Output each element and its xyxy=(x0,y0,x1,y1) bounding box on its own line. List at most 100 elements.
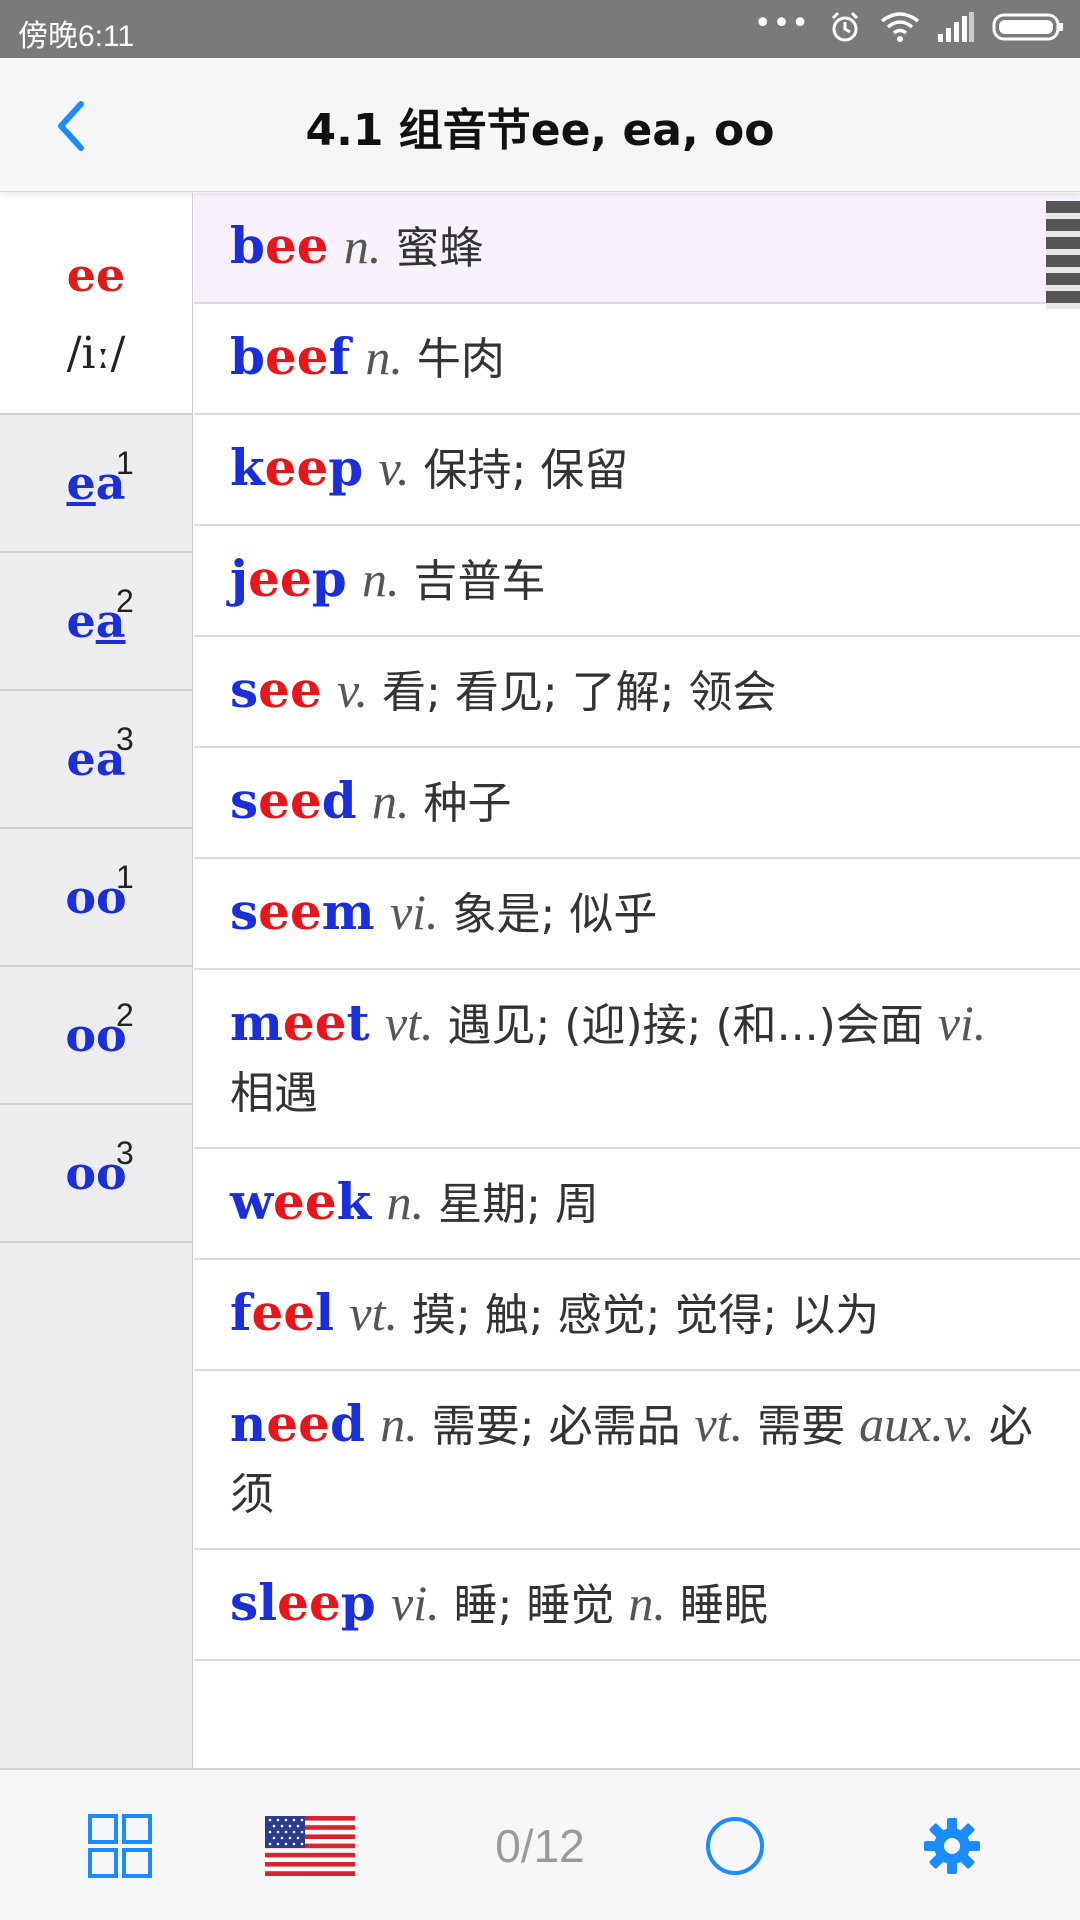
battery-icon xyxy=(992,11,1064,47)
headword-highlight: ee xyxy=(258,882,322,941)
definition: 睡; 睡觉 xyxy=(439,1580,629,1631)
headword-highlight: ee xyxy=(248,549,312,608)
grid-icon xyxy=(88,1814,152,1878)
definition: 吉普车 xyxy=(399,556,546,607)
headword-highlight: ee xyxy=(264,327,329,386)
headword: need xyxy=(230,1394,365,1453)
headword-letters: p xyxy=(311,549,347,608)
definition: 摸; 触; 感觉; 觉得; 以为 xyxy=(398,1290,880,1341)
part-of-speech: n. xyxy=(365,329,403,385)
word-row[interactable]: feel vt. 摸; 触; 感觉; 觉得; 以为 xyxy=(194,1260,1080,1371)
word-row[interactable]: meet vt. 遇见; (迎)接; (和...)会面 vi. 相遇 xyxy=(194,970,1080,1149)
word-row[interactable]: bee n. 蜜蜂 xyxy=(194,193,1080,304)
part-of-speech: v. xyxy=(337,662,369,718)
headword-highlight: ee xyxy=(258,660,322,719)
headword: beef xyxy=(230,327,350,386)
grid-view-button[interactable] xyxy=(86,1810,154,1882)
sidebar-tab-ee[interactable]: ee /iː/ xyxy=(0,193,192,415)
status-icons: ••• xyxy=(753,6,1064,48)
definition: 睡眠 xyxy=(665,1580,768,1631)
back-button[interactable] xyxy=(40,96,100,156)
sidebar-tab-ea-3[interactable]: ea 3 xyxy=(0,691,192,829)
headword-letters: n xyxy=(230,1394,267,1453)
word-row[interactable]: need n. 需要; 必需品 vt. 需要 aux.v. 必须 xyxy=(194,1371,1080,1550)
headword-highlight: ee xyxy=(277,1573,341,1632)
part-of-speech: n. xyxy=(628,1575,666,1631)
headword: see xyxy=(230,660,322,719)
notification-dots-icon: ••• xyxy=(753,6,810,41)
headword-highlight: ee xyxy=(264,216,329,275)
headword-letters: k xyxy=(336,1172,372,1231)
part-of-speech: vt. xyxy=(384,995,434,1051)
headword: feel xyxy=(230,1283,334,1342)
part-of-speech: vi. xyxy=(391,1575,440,1631)
headword-letters: k xyxy=(230,438,265,497)
part-of-speech: n. xyxy=(372,773,410,829)
headword: jeep xyxy=(230,549,347,608)
definition: 需要; 必需品 xyxy=(417,1401,695,1452)
sidebar-tab-oo-2[interactable]: oo 2 xyxy=(0,967,192,1105)
headword-letters: f xyxy=(230,1283,252,1342)
word-row[interactable]: seed n. 种子 xyxy=(194,748,1080,859)
headword-letters: j xyxy=(230,549,249,608)
tab-label: ee xyxy=(66,247,126,302)
tab-phonetic: /iː/ xyxy=(66,327,126,379)
headword-letters: p xyxy=(328,438,364,497)
part-of-speech: vi. xyxy=(937,995,987,1051)
top-app-bar: 4.1 组音节ee, ea, oo xyxy=(0,58,1080,192)
headword: bee xyxy=(230,216,329,275)
tab-index: 1 xyxy=(116,859,134,895)
part-of-speech: n. xyxy=(361,551,400,607)
word-row[interactable]: keep v. 保持; 保留 xyxy=(194,415,1080,526)
word-list[interactable]: bee n. 蜜蜂 beef n. 牛肉 keep v. 保持; 保留 jeep n.… xyxy=(194,193,1080,1768)
headword-letters: sl xyxy=(230,1573,278,1632)
alarm-icon xyxy=(828,10,862,48)
gear-icon xyxy=(924,1818,980,1874)
word-row[interactable]: week n. 星期; 周 xyxy=(194,1149,1080,1260)
part-of-speech: vt. xyxy=(694,1396,744,1452)
headword-letters: b xyxy=(230,216,265,275)
headword-highlight: ee xyxy=(251,1283,316,1342)
circle-icon xyxy=(706,1817,764,1875)
progress-counter: 0/12 xyxy=(495,1820,585,1872)
headword-letters: s xyxy=(230,660,259,719)
headword: meet xyxy=(230,993,370,1052)
headword-letters: m xyxy=(230,993,283,1052)
wifi-icon xyxy=(880,11,920,47)
sidebar-tab-ea-1[interactable]: ea 1 xyxy=(0,415,192,553)
page-title: 4.1 组音节ee, ea, oo xyxy=(305,105,775,156)
signal-icon xyxy=(938,12,974,46)
word-row[interactable]: sleep vi. 睡; 睡觉 n. 睡眠 xyxy=(194,1550,1080,1661)
tab-index: 3 xyxy=(116,721,134,757)
headword-highlight: ee xyxy=(266,1394,330,1453)
definition: 象是; 似乎 xyxy=(438,889,658,940)
tab-index: 2 xyxy=(116,997,134,1033)
definition: 星期; 周 xyxy=(424,1179,599,1230)
syllable-sidebar: ee /iː/ ea 1 ea 2 ea 3 oo 1 oo 2 oo 3 xyxy=(0,193,193,1768)
part-of-speech: aux.v. xyxy=(859,1396,975,1452)
part-of-speech: n. xyxy=(380,1396,418,1452)
word-row[interactable]: see v. 看; 看见; 了解; 领会 xyxy=(194,637,1080,748)
accent-us-button[interactable] xyxy=(265,1810,355,1882)
settings-button[interactable] xyxy=(922,1810,982,1882)
headword-letters: w xyxy=(230,1172,274,1231)
headword: week xyxy=(230,1172,371,1231)
part-of-speech: vi. xyxy=(389,884,439,940)
word-row[interactable]: jeep n. 吉普车 xyxy=(194,526,1080,637)
part-of-speech: v. xyxy=(378,440,410,496)
word-row[interactable]: beef n. 牛肉 xyxy=(194,304,1080,415)
scroll-indicator[interactable] xyxy=(1046,201,1080,309)
headword: seem xyxy=(230,882,375,941)
sidebar-tab-oo-1[interactable]: oo 1 xyxy=(0,829,192,967)
tab-index: 1 xyxy=(116,445,134,481)
record-button[interactable] xyxy=(703,1810,767,1882)
headword: seed xyxy=(230,771,357,830)
definition: 蜜蜂 xyxy=(381,223,484,274)
headword-highlight: ee xyxy=(273,1172,337,1231)
headword-letters: m xyxy=(321,882,375,941)
word-row[interactable]: seem vi. 象是; 似乎 xyxy=(194,859,1080,970)
definition: 看; 看见; 了解; 领会 xyxy=(368,667,777,718)
sidebar-tab-ea-2[interactable]: ea 2 xyxy=(0,553,192,691)
definition: 种子 xyxy=(409,778,512,829)
sidebar-tab-oo-3[interactable]: oo 3 xyxy=(0,1105,192,1243)
